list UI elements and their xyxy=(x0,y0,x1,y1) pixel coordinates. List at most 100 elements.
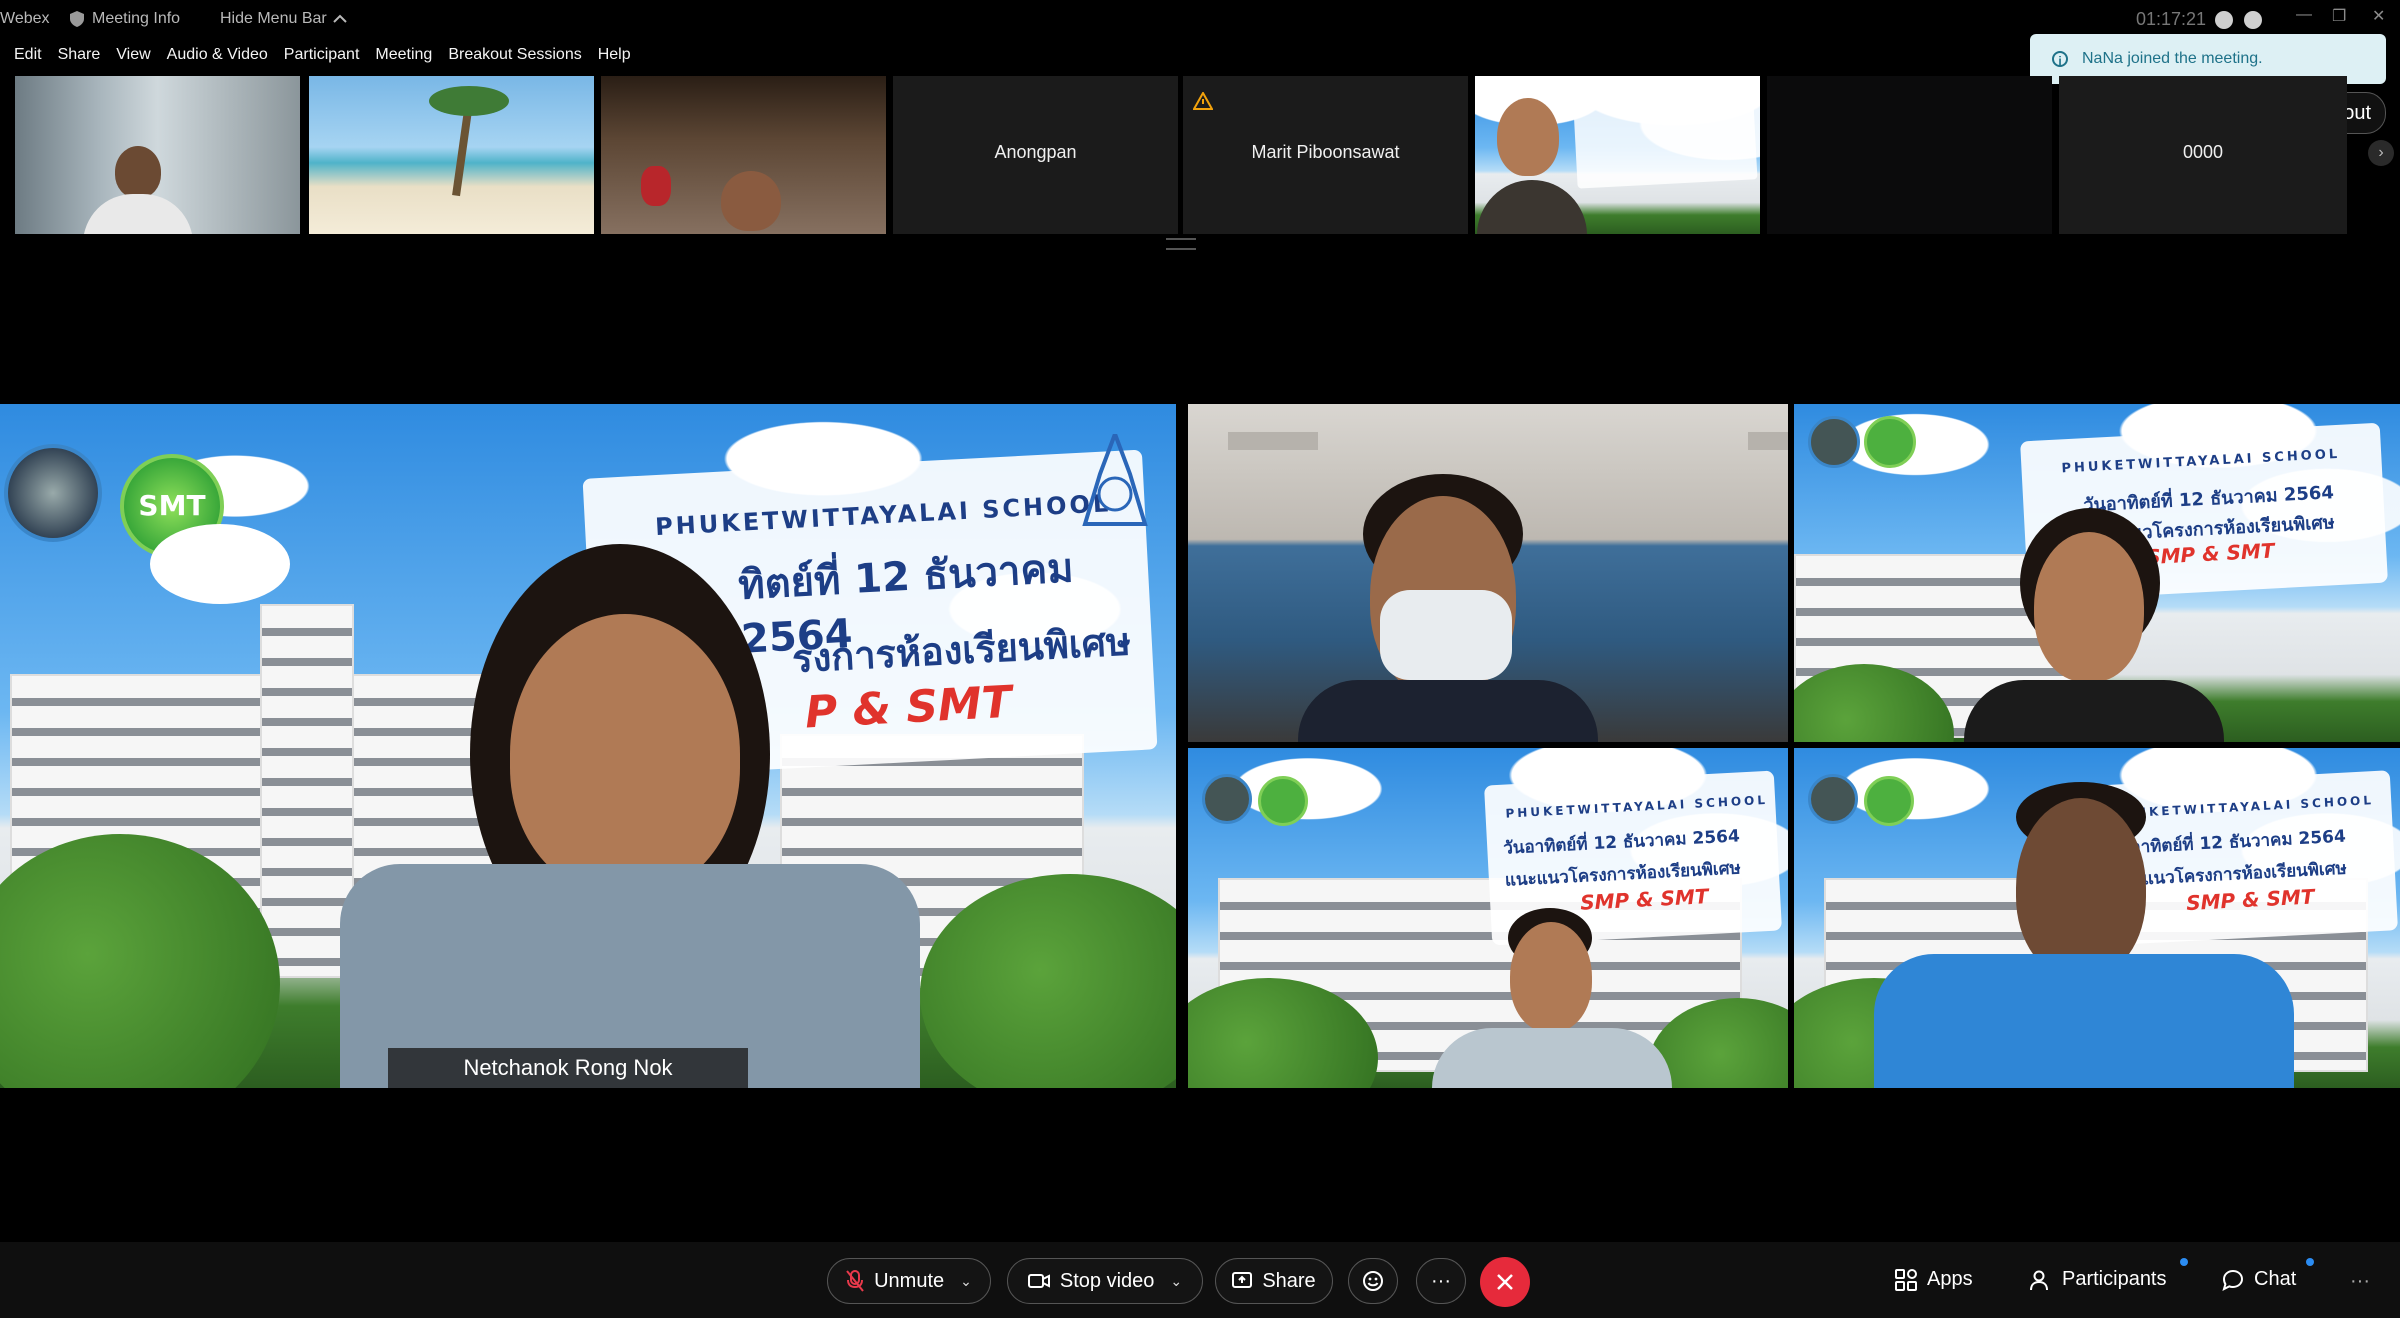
banner-school-name: PHUKETWITTAYALAI SCHOOL xyxy=(654,489,1112,542)
school-emblem-icon xyxy=(1082,434,1148,526)
menu-bar: Edit Share View Audio & Video Participan… xyxy=(0,46,631,70)
air-conditioner xyxy=(1748,432,1788,450)
participant-face xyxy=(1497,98,1559,176)
close-icon xyxy=(1497,1274,1513,1290)
smt-logo xyxy=(1864,416,1916,468)
close-window-icon[interactable]: ✕ xyxy=(2372,6,2385,26)
cloud xyxy=(150,524,290,604)
school-logo xyxy=(1808,416,1860,468)
banner-school-name: PHUKETWITTAYALAI SCHOOL xyxy=(2061,446,2341,477)
participant-face xyxy=(721,171,781,231)
participant-thumbnail[interactable]: 0000 xyxy=(2059,76,2347,234)
connection-icon[interactable] xyxy=(2215,11,2233,29)
chat-label: Chat xyxy=(2254,1268,2297,1290)
meeting-info-button[interactable]: Meeting Info xyxy=(70,10,180,28)
smt-logo xyxy=(1258,776,1308,826)
participant-thumbnail[interactable] xyxy=(1767,76,2052,234)
join-notification-text: NaNa joined the meeting. xyxy=(2082,50,2263,67)
unmute-button[interactable]: Unmute ⌄ xyxy=(827,1258,991,1304)
face xyxy=(1510,922,1592,1032)
participant-thumbnail[interactable] xyxy=(309,76,594,234)
meeting-info-label: Meeting Info xyxy=(92,10,181,27)
shirt xyxy=(1964,680,2224,742)
smt-logo xyxy=(1864,776,1914,826)
participants-button[interactable]: Participants xyxy=(2030,1268,2167,1291)
participant-thumbnail[interactable] xyxy=(1475,76,1760,234)
overflow-menu-button[interactable]: ··· xyxy=(2350,1270,2370,1293)
restore-icon[interactable]: ❐ xyxy=(2332,6,2346,26)
reactions-button[interactable] xyxy=(1348,1258,1398,1304)
menu-breakout-sessions[interactable]: Breakout Sessions xyxy=(448,46,581,70)
chevron-down-icon[interactable]: ⌄ xyxy=(1170,1273,1182,1290)
chat-icon xyxy=(2222,1269,2244,1291)
face-mask xyxy=(1380,590,1512,680)
leave-meeting-button[interactable] xyxy=(1480,1257,1530,1307)
menu-edit[interactable]: Edit xyxy=(14,46,42,70)
more-options-button[interactable]: ··· xyxy=(1416,1258,1466,1304)
menu-participant[interactable]: Participant xyxy=(284,46,360,70)
filmstrip-resize-handle[interactable] xyxy=(1166,238,1196,250)
participant-thumbnail[interactable]: Anongpan xyxy=(893,76,1178,234)
school-logo xyxy=(4,444,102,542)
participant-video[interactable]: PHUKETWITTAYALAI SCHOOL วันอาทิตย์ที่ 12… xyxy=(1188,748,1788,1088)
filmstrip-next-button[interactable]: › xyxy=(2368,140,2394,166)
participant-thumbnail[interactable] xyxy=(601,76,886,234)
school-logo xyxy=(1808,774,1858,824)
participant-name: 0000 xyxy=(2182,142,2224,162)
face xyxy=(2016,798,2146,978)
shirt xyxy=(1298,680,1598,742)
face xyxy=(2034,532,2144,682)
reaction-icon xyxy=(1363,1271,1383,1291)
participants-label: Participants xyxy=(2062,1268,2167,1290)
unmute-label: Unmute xyxy=(874,1269,945,1292)
network-status-icon[interactable] xyxy=(2244,11,2262,29)
participant-thumbnail[interactable]: Marit Piboonsawat xyxy=(1183,76,1468,234)
banner-school-name: PHUKETWITTAYALAI SCHOOL xyxy=(1505,792,1769,821)
stop-video-button[interactable]: Stop video ⌄ xyxy=(1007,1258,1203,1304)
banner-area xyxy=(1572,79,1758,189)
participant-video[interactable] xyxy=(1188,404,1788,742)
red-object xyxy=(641,166,671,206)
participants-icon xyxy=(2030,1270,2048,1290)
chevron-up-icon xyxy=(333,14,347,23)
hide-menu-bar-label: Hide Menu Bar xyxy=(220,10,327,27)
participant-thumbnail[interactable] xyxy=(15,76,300,234)
banner-school-name: PHUKETWITTAYALAI SCHOOL xyxy=(2111,793,2375,821)
minimize-icon[interactable]: — xyxy=(2296,6,2312,24)
chat-button[interactable]: Chat xyxy=(2222,1268,2296,1291)
apps-icon xyxy=(1895,1268,1917,1291)
apps-label: Apps xyxy=(1927,1268,1973,1290)
hide-menu-bar-button[interactable]: Hide Menu Bar xyxy=(220,10,347,28)
chat-notification-dot xyxy=(2306,1258,2314,1266)
more-icon: ··· xyxy=(2350,1270,2370,1292)
menu-share[interactable]: Share xyxy=(58,46,101,70)
menu-audio-video[interactable]: Audio & Video xyxy=(167,46,268,70)
participant-name: Anongpan xyxy=(994,142,1077,162)
warning-icon xyxy=(1193,92,1213,110)
share-button[interactable]: Share xyxy=(1215,1258,1333,1304)
share-screen-icon xyxy=(1232,1272,1253,1288)
air-conditioner xyxy=(1228,432,1318,450)
chevron-right-icon: › xyxy=(2378,144,2384,161)
meeting-timer: 01:17:21 xyxy=(2136,9,2207,29)
share-label: Share xyxy=(1262,1269,1316,1292)
active-speaker-video[interactable]: PHUKETWITTAYALAI SCHOOL ทิตย์ที่ 12 ธันว… xyxy=(0,404,1176,1088)
palm-leaves xyxy=(429,86,509,116)
app-name: Webex xyxy=(0,10,50,27)
info-icon: i xyxy=(2052,51,2068,68)
more-icon: ··· xyxy=(1431,1269,1451,1292)
menu-help[interactable]: Help xyxy=(598,46,631,70)
participants-notification-dot xyxy=(2180,1258,2188,1266)
stop-video-label: Stop video xyxy=(1059,1269,1155,1292)
menu-meeting[interactable]: Meeting xyxy=(375,46,432,70)
chevron-down-icon[interactable]: ⌄ xyxy=(960,1273,972,1290)
camera-icon xyxy=(1027,1274,1050,1288)
shield-icon xyxy=(70,11,84,27)
school-logo xyxy=(1202,774,1252,824)
menu-view[interactable]: View xyxy=(116,46,150,70)
face xyxy=(510,614,740,894)
apps-button[interactable]: Apps xyxy=(1895,1268,1973,1291)
active-speaker-name: Netchanok Rong Nok xyxy=(388,1048,748,1088)
participant-video[interactable]: PHUKETWITTAYALAI SCHOOL วันอาทิตย์ที่ 12… xyxy=(1794,404,2400,742)
participant-video[interactable]: PHUKETWITTAYALAI SCHOOL วันอาทิตย์ที่ 12… xyxy=(1794,748,2400,1088)
